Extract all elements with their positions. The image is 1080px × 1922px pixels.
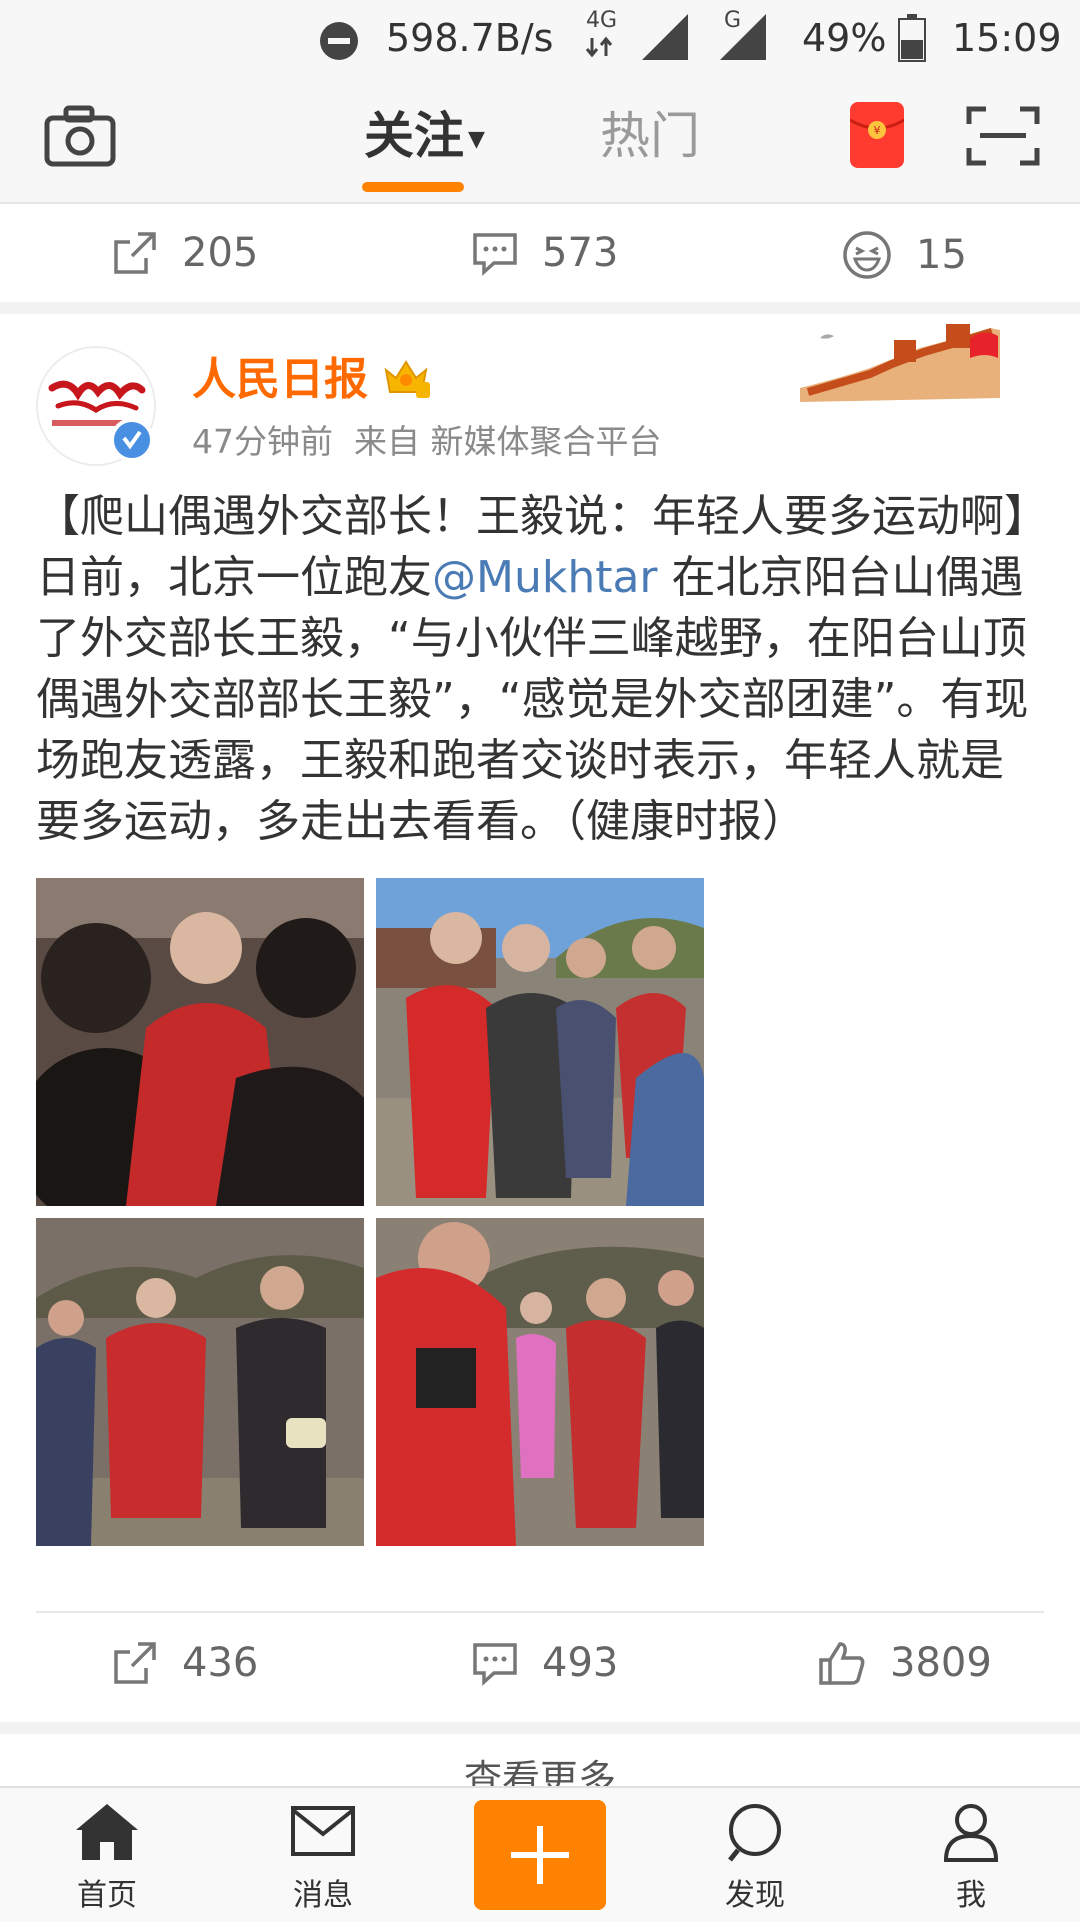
post-photo-1[interactable] bbox=[36, 878, 364, 1206]
like-count: 3809 bbox=[890, 1640, 992, 1686]
clock: 15:09 bbox=[952, 16, 1062, 60]
comment-count: 573 bbox=[542, 230, 619, 276]
author-name[interactable]: 人民日报 bbox=[192, 352, 368, 408]
separator bbox=[0, 302, 1080, 314]
nav-home-label: 首页 bbox=[77, 1878, 137, 1913]
top-nav: 关注 ▼ 热门 ¥ bbox=[0, 76, 1080, 204]
home-icon bbox=[76, 1804, 138, 1860]
mention-link[interactable]: @Mukhtar bbox=[432, 552, 658, 603]
divider bbox=[36, 1611, 1044, 1613]
tab-underline bbox=[362, 182, 464, 192]
comment-button[interactable]: 573 bbox=[472, 230, 618, 276]
signal-icon bbox=[640, 12, 690, 66]
battery-icon bbox=[898, 14, 926, 66]
person-icon bbox=[943, 1804, 999, 1862]
battery-percent: 49% bbox=[802, 16, 887, 60]
separator bbox=[0, 1722, 1080, 1734]
camera-icon[interactable] bbox=[44, 104, 116, 172]
nav-messages-label: 消息 bbox=[293, 1878, 353, 1913]
post-time: 47分钟前 bbox=[192, 422, 333, 461]
nav-discover[interactable]: 发现 bbox=[680, 1802, 830, 1914]
repost-button[interactable]: 205 bbox=[112, 230, 258, 276]
comment-button[interactable]: 493 bbox=[472, 1640, 618, 1686]
scan-icon[interactable] bbox=[966, 106, 1040, 170]
post-meta: 47分钟前 来自 新媒体聚合平台 bbox=[192, 418, 661, 466]
nav-discover-label: 发现 bbox=[725, 1878, 785, 1913]
search-icon bbox=[728, 1804, 781, 1862]
compose-button[interactable] bbox=[474, 1800, 606, 1910]
nav-home[interactable]: 首页 bbox=[32, 1802, 182, 1914]
verified-badge-icon bbox=[110, 418, 154, 462]
bottom-nav: 首页 消息 发现 我 bbox=[0, 1786, 1080, 1922]
repost-button[interactable]: 436 bbox=[112, 1640, 258, 1686]
prev-post-action-bar: 205 573 15 bbox=[0, 204, 1080, 304]
do-not-disturb-icon bbox=[318, 20, 360, 66]
nav-me[interactable]: 我 bbox=[896, 1802, 1046, 1914]
repost-icon bbox=[114, 232, 156, 274]
plus-icon bbox=[511, 1826, 569, 1884]
data-arrows-icon bbox=[584, 36, 616, 62]
mail-icon bbox=[291, 1806, 355, 1856]
repost-icon bbox=[114, 1642, 156, 1684]
thumbs-up-icon bbox=[819, 1642, 865, 1685]
tab-hot[interactable]: 热门 bbox=[600, 106, 700, 166]
net-speed: 598.7B/s bbox=[386, 16, 554, 60]
post-photo-4[interactable] bbox=[376, 1218, 704, 1546]
laugh-emoji-icon bbox=[843, 231, 891, 279]
chevron-down-icon: ▼ bbox=[468, 126, 485, 152]
status-bar: 598.7B/s 4G G 49% 15:09 bbox=[0, 0, 1080, 76]
reaction-count: 15 bbox=[916, 232, 967, 278]
crown-badge-icon[interactable] bbox=[382, 356, 430, 404]
repost-count: 205 bbox=[182, 230, 259, 276]
post-photo-3[interactable] bbox=[36, 1218, 364, 1546]
comment-icon bbox=[473, 233, 517, 276]
tab-follow[interactable]: 关注 ▼ bbox=[364, 106, 485, 170]
network-4g-label: 4G bbox=[586, 8, 618, 33]
post-photo-2[interactable] bbox=[376, 878, 704, 1206]
comment-icon bbox=[473, 1643, 517, 1686]
comment-count: 493 bbox=[542, 1640, 619, 1686]
repost-count: 436 bbox=[182, 1640, 259, 1686]
signal-icon-2 bbox=[718, 12, 768, 66]
nav-messages[interactable]: 消息 bbox=[248, 1802, 398, 1914]
great-wall-banner-image[interactable] bbox=[800, 318, 1000, 406]
red-envelope-icon[interactable]: ¥ bbox=[849, 102, 905, 172]
reaction-button[interactable]: 15 bbox=[842, 230, 967, 280]
post-text: 【爬山偶遇外交部长！王毅说：年轻人要多运动啊】日前，北京一位跑友@Mukhtar… bbox=[36, 486, 1046, 852]
svg-text:¥: ¥ bbox=[874, 124, 881, 137]
like-button[interactable]: 3809 bbox=[818, 1640, 992, 1686]
nav-me-label: 我 bbox=[956, 1878, 986, 1913]
post-source: 来自 新媒体聚合平台 bbox=[353, 422, 662, 461]
post-action-bar: 436 493 3809 bbox=[0, 1622, 1080, 1722]
